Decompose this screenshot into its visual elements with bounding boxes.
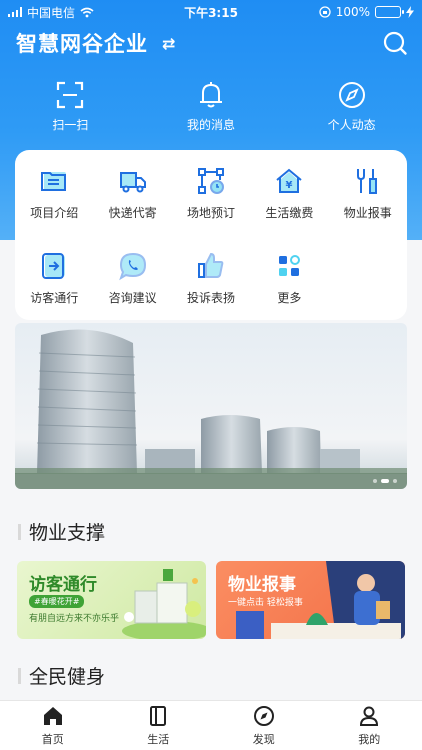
thumbs-up-icon [197,252,224,278]
service-card: 项目介绍 快递代寄 场地预订 ¥ 生活缴费 物业报事 访客通行 咨询建议 投诉表… [15,150,407,320]
title-bar: 智慧网谷企业 ⇄ [0,26,422,60]
compass-icon [338,82,365,108]
tab-mine[interactable]: 我的 [319,705,419,747]
status-bar: 中国电信 下午3:15 100% [0,0,422,24]
status-time: 下午3:15 [184,5,238,20]
tab-life[interactable]: 生活 [108,705,208,747]
service-visitor[interactable]: 访客通行 [15,251,93,306]
carrier-name: 中国电信 [27,5,76,20]
page-title[interactable]: 智慧网谷企业 [16,28,148,58]
more-grid-icon [279,255,301,276]
service-venue[interactable]: 场地预订 [172,166,250,221]
delivery-truck-icon [119,172,146,193]
rotation-lock-icon [319,6,331,18]
service-label: 快递代寄 [108,206,157,220]
section-title-property: 物业支撑 [18,518,105,545]
promo-repair-card[interactable]: 物业报事 一键点击 轻松报事 [216,561,405,639]
promo-visitor-card[interactable]: 访客通行 #春暖花开# 有朋自远方来不亦乐乎 [17,561,206,639]
book-icon [150,705,167,726]
compass-icon [253,705,274,726]
tab-discover[interactable]: 发现 [214,705,314,747]
wifi-icon [80,7,94,17]
charging-icon [406,6,414,18]
repair-illustration [236,561,405,639]
quick-activity-label: 个人动态 [327,118,376,132]
service-label: 访客通行 [30,291,79,305]
visitor-pass-icon [42,253,66,279]
section-title-fitness: 全民健身 [18,662,105,689]
search-icon[interactable] [382,30,408,56]
banner-carousel[interactable] [15,323,407,489]
visitor-illustration [122,569,206,639]
home-icon [43,706,62,725]
quick-activity[interactable]: 个人动态 [292,80,412,136]
service-label: 咨询建议 [108,291,157,305]
service-label: 项目介绍 [30,206,79,220]
scan-icon [57,81,84,109]
service-utilities[interactable]: ¥ 生活缴费 [250,166,328,221]
tab-label: 我的 [358,732,381,746]
tools-icon [356,169,377,194]
venue-booking-icon [197,168,224,194]
signal-icon [8,7,22,17]
bottom-tab-bar: 首页 生活 发现 我的 [0,700,422,750]
banner-building-image [15,323,407,489]
carousel-indicator [373,479,397,483]
service-feedback[interactable]: 投诉表扬 [172,251,250,306]
tab-home[interactable]: 首页 [3,705,103,747]
quick-scan[interactable]: 扫一扫 [10,80,130,136]
service-consult[interactable]: 咨询建议 [93,251,171,306]
chat-phone-icon [118,252,146,281]
battery-percent: 100% [335,5,370,19]
svg-text:¥: ¥ [286,180,293,191]
service-label: 更多 [277,291,302,305]
tab-label: 首页 [41,732,64,746]
quick-scan-label: 扫一扫 [52,118,89,132]
user-icon [360,706,379,726]
service-label: 投诉表扬 [186,291,235,305]
service-label: 物业报事 [343,206,392,220]
quick-messages-label: 我的消息 [186,118,235,132]
battery-icon [375,6,404,18]
tab-label: 发现 [252,732,275,746]
quick-messages[interactable]: 我的消息 [151,80,271,136]
service-delivery[interactable]: 快递代寄 [93,166,171,221]
service-label: 场地预订 [186,206,235,220]
swap-icon[interactable]: ⇄ [162,34,175,53]
house-yuan-icon: ¥ [276,168,303,193]
quick-actions: 扫一扫 我的消息 个人动态 [0,80,422,136]
service-project-intro[interactable]: 项目介绍 [15,166,93,221]
service-more[interactable]: 更多 [250,251,328,306]
tab-label: 生活 [147,732,170,746]
service-label: 生活缴费 [265,206,314,220]
folder-list-icon [41,172,67,191]
service-repair[interactable]: 物业报事 [329,166,407,221]
service-grid: 项目介绍 快递代寄 场地预订 ¥ 生活缴费 物业报事 访客通行 咨询建议 投诉表… [15,166,407,306]
bell-icon [199,82,222,108]
